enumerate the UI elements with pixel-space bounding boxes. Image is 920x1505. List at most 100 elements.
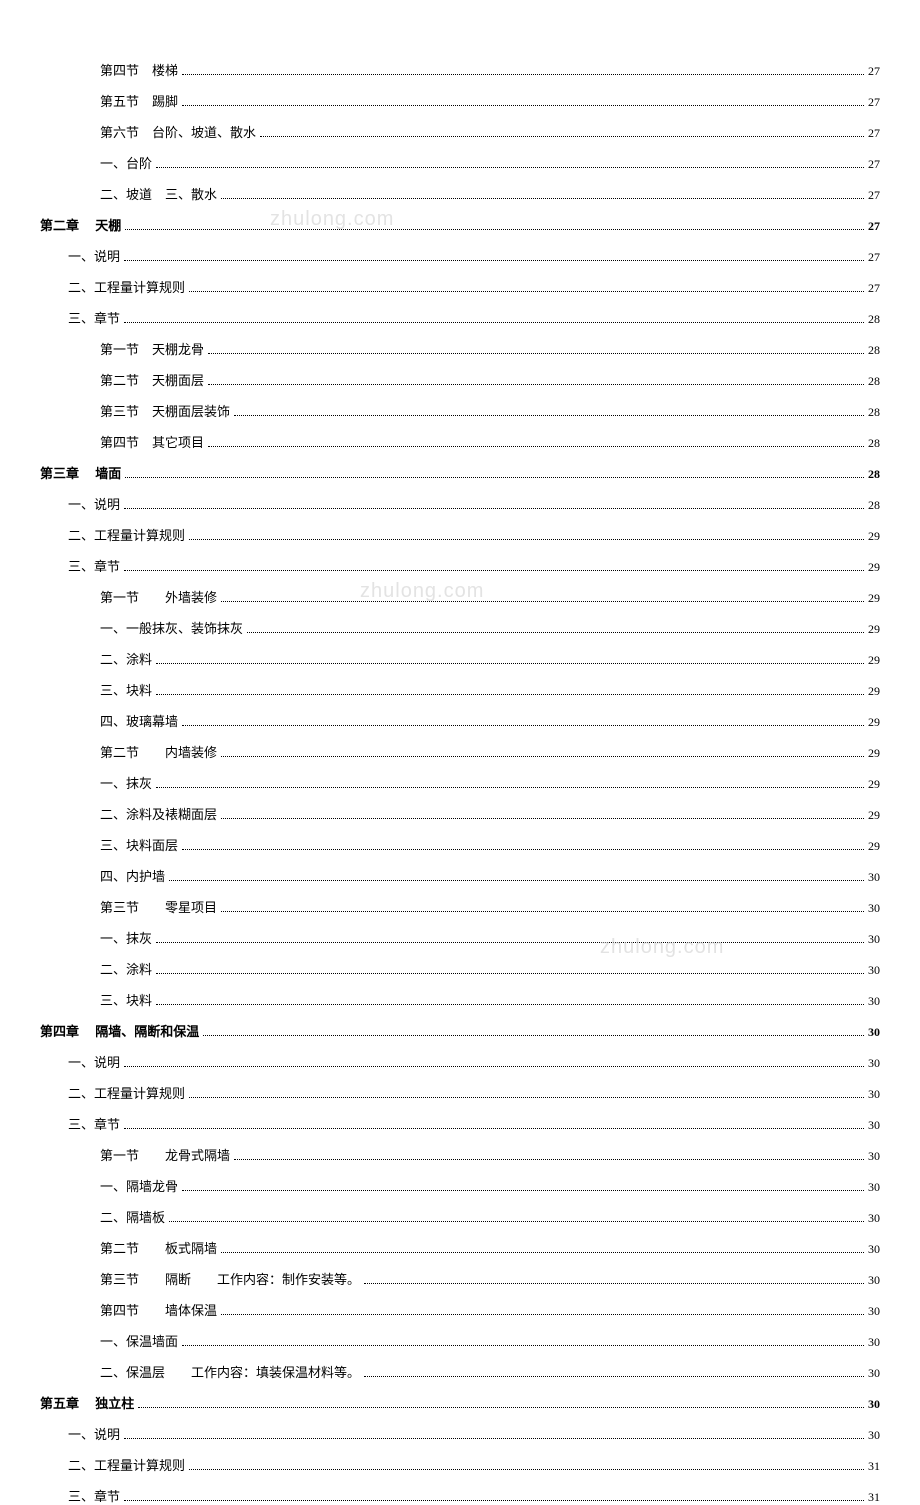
toc-entry: 第三节 隔断 工作内容：制作安装等。 30 — [40, 1269, 880, 1288]
toc-page-number: 28 — [868, 312, 880, 327]
toc-label: 一、说明 — [68, 1052, 120, 1071]
toc-entry: 第三节 零星项目 30 — [40, 897, 880, 916]
toc-label: 第一节 外墙装修 — [100, 587, 217, 606]
toc-page-number: 30 — [868, 1056, 880, 1071]
toc-label: 三、章节 — [68, 1114, 120, 1133]
toc-dots — [208, 384, 864, 385]
toc-label: 一、说明 — [68, 1424, 120, 1443]
toc-entry: 二、工程量计算规则29 — [40, 525, 880, 544]
toc-dots — [221, 1314, 864, 1315]
toc-page-number: 29 — [868, 560, 880, 575]
toc-entry: 第二节 内墙装修29 — [40, 742, 880, 761]
toc-page-number: 30 — [868, 994, 880, 1009]
toc-dots — [234, 1159, 864, 1160]
toc-entry: 二、保温层 工作内容：填装保温材料等。30 — [40, 1362, 880, 1381]
toc-entry: 二、坡道 三、散水27 — [40, 184, 880, 203]
toc-dots — [156, 973, 864, 974]
toc-entry: 一、台阶 27 — [40, 153, 880, 172]
toc-page-number: 27 — [868, 126, 880, 141]
toc-page-number: 31 — [868, 1490, 880, 1505]
toc-entry: 第六节 台阶、坡道、散水 27 — [40, 122, 880, 141]
toc-page-number: 28 — [868, 343, 880, 358]
toc-dots — [189, 1097, 864, 1098]
toc-dots — [124, 1066, 864, 1067]
toc-dots — [156, 942, 864, 943]
toc-dots — [124, 1438, 864, 1439]
toc-entry: 一、一般抹灰、装饰抹灰29 — [40, 618, 880, 637]
toc-label: 一、一般抹灰、装饰抹灰 — [100, 618, 243, 637]
toc-entry: 一、抹灰30 — [40, 928, 880, 947]
toc-page-number: 30 — [868, 1366, 880, 1381]
toc-entry: 第二节 天棚面层28 — [40, 370, 880, 389]
toc-label: 第三节 零星项目 — [100, 897, 217, 916]
toc-label: 第二节 内墙装修 — [100, 742, 217, 761]
toc-label: 一、说明 — [68, 246, 120, 265]
toc-page-number: 27 — [868, 64, 880, 79]
toc-entry: 第四节 楼梯 27 — [40, 60, 880, 79]
toc-page-number: 30 — [868, 1149, 880, 1164]
toc-label: 第五章 独立柱 — [40, 1393, 134, 1412]
toc-dots — [124, 570, 864, 571]
toc-dots — [260, 136, 864, 137]
toc-page-number: 30 — [868, 1273, 880, 1288]
toc-label: 一、台阶 — [100, 153, 152, 172]
toc-label: 二、工程量计算规则 — [68, 525, 185, 544]
toc-label: 第三节 隔断 工作内容：制作安装等。 — [100, 1269, 360, 1288]
toc-entry: 三、章节30 — [40, 1114, 880, 1133]
toc-dots — [124, 1128, 864, 1129]
toc-label: 三、块料 — [100, 680, 152, 699]
toc-label: 第六节 台阶、坡道、散水 — [100, 122, 256, 141]
toc-dots — [364, 1283, 864, 1284]
toc-page-number: 30 — [868, 870, 880, 885]
toc-page-number: 27 — [868, 95, 880, 110]
toc-page-number: 28 — [868, 467, 880, 482]
toc-label: 第四节 楼梯 — [100, 60, 178, 79]
toc-label: 二、涂料 — [100, 649, 152, 668]
toc-page-number: 30 — [868, 1397, 880, 1412]
toc-label: 第二节 板式隔墙 — [100, 1238, 217, 1257]
toc-dots — [189, 291, 864, 292]
toc-dots — [234, 415, 864, 416]
toc-page-number: 29 — [868, 684, 880, 699]
toc-label: 二、坡道 三、散水 — [100, 184, 217, 203]
toc-dots — [138, 1407, 864, 1408]
toc-dots — [182, 1190, 864, 1191]
toc-dots — [208, 446, 864, 447]
toc-page-number: 30 — [868, 963, 880, 978]
toc-entry: 第四章 隔墙、隔断和保温30 — [40, 1021, 880, 1040]
toc-page-number: 27 — [868, 281, 880, 296]
toc-dots — [169, 1221, 864, 1222]
toc-entry: 第四节 其它项目28 — [40, 432, 880, 451]
toc-page-number: 27 — [868, 250, 880, 265]
toc-page-number: 29 — [868, 839, 880, 854]
toc-dots — [125, 229, 864, 230]
toc-label: 一、保温墙面 — [100, 1331, 178, 1350]
toc-entry: 三、章节28 — [40, 308, 880, 327]
toc-page-number: 30 — [868, 901, 880, 916]
toc-entry: 三、块料面层29 — [40, 835, 880, 854]
toc-entry: 二、工程量计算规则30 — [40, 1083, 880, 1102]
toc-label: 三、章节 — [68, 1486, 120, 1505]
toc-dots — [156, 167, 864, 168]
toc-label: 三、块料 — [100, 990, 152, 1009]
toc-page-number: 29 — [868, 777, 880, 792]
toc-page-number: 30 — [868, 1242, 880, 1257]
toc-page-number: 30 — [868, 1087, 880, 1102]
toc-label: 一、抹灰 — [100, 773, 152, 792]
toc-container: zhulong.com zhulong.com zhulong.com 第四节 … — [40, 60, 880, 1505]
toc-dots — [124, 260, 864, 261]
toc-dots — [124, 508, 864, 509]
toc-entry: 一、说明 27 — [40, 246, 880, 265]
toc-page-number: 28 — [868, 498, 880, 513]
toc-page-number: 27 — [868, 157, 880, 172]
toc-label: 一、隔墙龙骨 — [100, 1176, 178, 1195]
toc-label: 第三节 天棚面层装饰 — [100, 401, 230, 420]
toc-dots — [156, 663, 864, 664]
toc-label: 二、工程量计算规则 — [68, 277, 185, 296]
toc-entry: 四、内护墙30 — [40, 866, 880, 885]
toc-dots — [125, 477, 864, 478]
toc-dots — [124, 322, 864, 323]
toc-label: 第三章 墙面 — [40, 463, 121, 482]
toc-label: 一、抹灰 — [100, 928, 152, 947]
toc-label: 三、章节 — [68, 556, 120, 575]
